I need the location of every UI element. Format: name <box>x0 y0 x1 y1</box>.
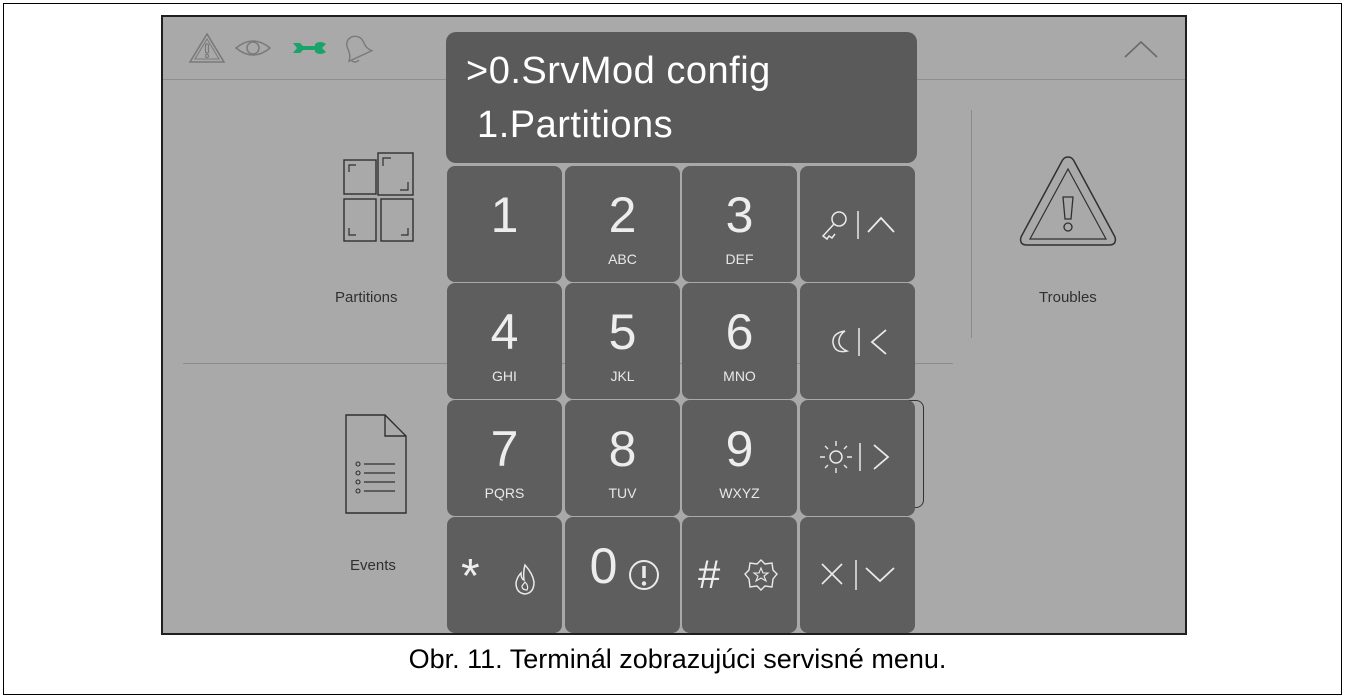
key-hash-symbol: # <box>698 553 721 597</box>
key-4-digit: 4 <box>490 304 519 360</box>
key-3-letters: DEF <box>725 251 754 267</box>
key-0-medical[interactable]: 0 <box>565 517 680 633</box>
exclamation-circle-icon <box>629 560 659 590</box>
police-badge-icon <box>744 559 778 591</box>
key-9[interactable]: 9 WXYZ <box>682 400 797 516</box>
key-2-digit: 2 <box>608 187 637 243</box>
key-clear-down[interactable] <box>800 517 915 633</box>
key-6-digit: 6 <box>725 304 754 360</box>
figure-frame: Partitions Troubles Events >0.SrvMod con… <box>3 3 1342 695</box>
events-document-icon <box>345 414 407 514</box>
key-4-letters: GHI <box>492 368 517 384</box>
key-9-digit: 9 <box>725 421 754 477</box>
key-up-icon <box>821 211 895 241</box>
partitions-icon <box>343 152 414 242</box>
key-left-icon <box>832 328 887 356</box>
key-4[interactable]: 4 GHI <box>447 283 562 399</box>
key-6[interactable]: 6 MNO <box>682 283 797 399</box>
key-arm-up[interactable] <box>800 166 915 282</box>
lcd-display: >0.SrvMod config 1.Partitions <box>446 32 917 163</box>
bell-icon[interactable] <box>335 31 375 65</box>
key-7[interactable]: 7 PQRS <box>447 400 562 516</box>
key-5-digit: 5 <box>608 304 637 360</box>
key-5[interactable]: 5 JKL <box>565 283 680 399</box>
key-star-symbol: * <box>461 550 480 603</box>
key-3-digit: 3 <box>725 187 754 243</box>
tile-divider-vertical <box>971 110 972 338</box>
alarm-icon[interactable] <box>187 31 227 65</box>
key-1[interactable]: 1 <box>447 166 562 282</box>
key-8-letters: TUV <box>608 485 637 501</box>
key-7-digit: 7 <box>490 421 519 477</box>
key-7-letters: PQRS <box>484 485 525 501</box>
key-6-letters: MNO <box>723 368 756 384</box>
trouble-warning-icon <box>1019 156 1117 246</box>
troubles-label: Troubles <box>1039 289 1097 306</box>
key-hash-police[interactable]: # <box>682 517 797 633</box>
key-1-digit: 1 <box>490 187 519 243</box>
key-day-right[interactable] <box>800 400 915 516</box>
eye-icon[interactable] <box>233 31 273 65</box>
key-2-letters: ABC <box>608 251 637 267</box>
key-right-icon <box>820 441 890 473</box>
partitions-label: Partitions <box>335 289 398 306</box>
figure-caption: Obr. 11. Terminál zobrazujúci servisné m… <box>408 644 947 674</box>
key-night-left[interactable] <box>800 283 915 399</box>
wrench-icon[interactable] <box>289 31 329 65</box>
key-3[interactable]: 3 DEF <box>682 166 797 282</box>
events-label: Events <box>350 557 396 574</box>
key-2[interactable]: 2 ABC <box>565 166 680 282</box>
lcd-line-1: >0.SrvMod config <box>466 50 771 92</box>
key-5-letters: JKL <box>610 368 635 384</box>
key-8[interactable]: 8 TUV <box>565 400 680 516</box>
key-down-icon <box>821 560 895 590</box>
collapse-chevron-icon[interactable] <box>1121 35 1161 65</box>
key-9-letters: WXYZ <box>719 485 760 501</box>
lcd-line-2: 1.Partitions <box>466 104 674 146</box>
key-8-digit: 8 <box>608 421 637 477</box>
